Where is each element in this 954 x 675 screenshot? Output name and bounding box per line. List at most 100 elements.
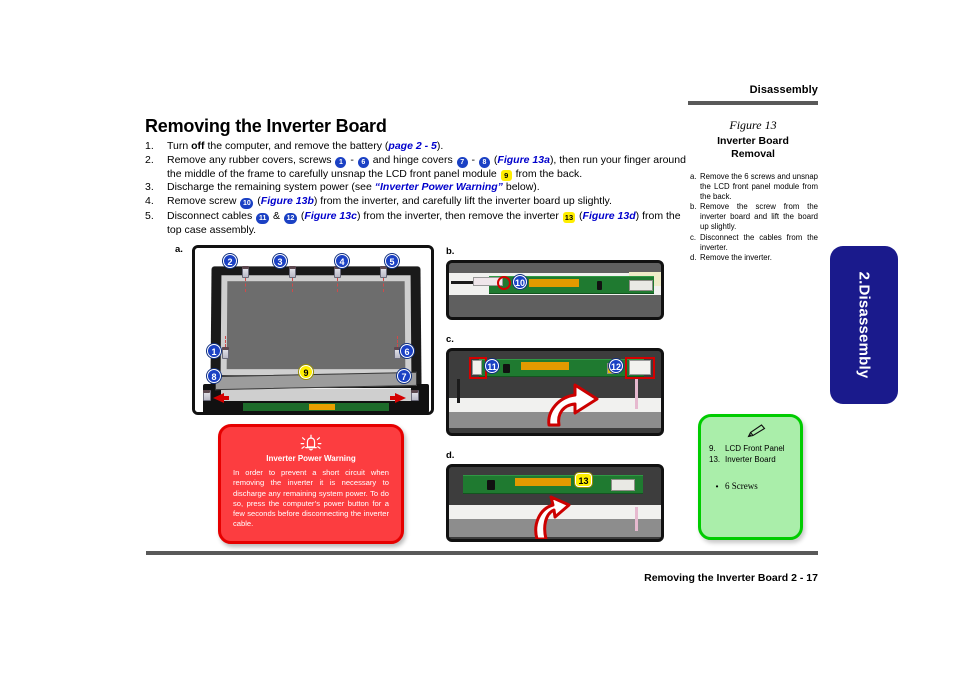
step-number: 5. [145,209,154,222]
callout-3: 3 [273,254,287,268]
figure-note: c. Disconnect the cables from the inverte… [690,233,818,253]
footer-text: Removing the Inverter Board 2 - 17 [644,572,818,584]
screw-icon [222,347,229,359]
note-bullet-text: 6 Screws [725,481,758,491]
step-text: Turn off the computer, and remove the ba… [167,140,690,153]
figure-name-line2: Removal [731,148,775,160]
procedure-step: 4. Remove screw 10 (Figure 13b) from the … [145,195,690,210]
step-text: Disconnect cables 11 & 12 (Figure 13c) f… [167,210,690,237]
callout-10: 10 [513,275,527,289]
body-text: ) from the inverter, then remove the inv… [356,209,562,222]
figure-panel-c: 11 12 [446,348,664,436]
cross-reference: “Inverter Power Warning” [374,181,503,194]
remove-arrow-icon [527,495,573,539]
figure-caption: Figure 13 Inverter Board Removal [688,118,818,161]
chapter-side-tab: 2.Disassembly [830,246,898,404]
callout-7: 7 [397,369,411,383]
callout-chip-yellow: 13 [562,211,576,223]
arrow-left-icon [213,393,229,403]
figure-note-letter: b. [690,202,697,212]
note-item-label: Inverter Board [725,455,776,464]
connector-graphic [472,360,482,375]
body-text: ) from the inverter, and carefully lift … [313,195,612,208]
note-item-list: 9. LCD Front Panel 13. Inverter Board [709,443,792,465]
lift-arrow-icon [541,377,605,433]
footer-rule [146,551,818,555]
note-item-number: 13. [709,455,721,464]
callout-chip-yellow: 9 [500,169,512,181]
callout-chip: 10 [240,198,254,210]
figure-panel-b: 10 [446,260,664,320]
step-text: Discharge the remaining system power (se… [167,181,690,194]
lcd-screen-graphic [226,281,406,370]
step-text: Remove screw 10 (Figure 13b) from the in… [167,195,690,210]
callout-13: 13 [575,473,592,487]
callout-chip: 7 [456,156,468,168]
figure-label-a: a. [175,244,183,255]
callout-11: 11 [485,359,499,373]
chapter-side-tab-label: 2.Disassembly [855,271,873,379]
screw-icon [380,266,387,278]
header-rule [688,101,818,105]
callout-6: 6 [400,344,414,358]
note-item: 13. Inverter Board [709,454,792,465]
procedure-step-list: 1. Turn off the computer, and remove the … [145,140,690,237]
inverter-pcb-graphic [243,403,389,411]
figure-note-list: a. Remove the 6 screws and unsnap the LCD… [690,172,818,264]
figure-panel-d: 13 [446,464,664,542]
transformer-graphic [521,362,569,370]
warning-title: Inverter Power Warning [266,454,356,463]
callout-5: 5 [385,254,399,268]
figure-note-text: Remove the 6 screws and unsnap the LCD f… [700,172,818,201]
screw-guide-line [397,336,398,347]
figure-note: a. Remove the 6 screws and unsnap the LCD… [690,172,818,201]
body-text: & [270,209,283,222]
warning-text: In order to prevent a short circuit when… [233,468,389,529]
step-number: 2. [145,153,154,166]
transformer-graphic [529,279,579,287]
lcd-lid-graphic [210,266,422,387]
callout-chip: 11 [256,212,270,224]
figure-note: d. Remove the inverter. [690,253,818,263]
hinge-cover-icon [411,390,419,401]
screw-guide-line [245,278,246,292]
cable-graphic [457,379,460,403]
body-text: from the back. [512,167,583,180]
component-graphic [487,480,495,490]
body-text: below). [502,181,540,194]
base-strip-graphic [221,388,411,401]
procedure-step: 3. Discharge the remaining system power (… [145,181,690,194]
pencil-icon [709,423,792,443]
connector-graphic [629,360,651,375]
note-item-label: LCD Front Panel [725,444,785,453]
body-text: Turn [167,140,192,152]
screw-guide-line [292,278,293,292]
component-graphic [597,281,602,290]
cross-reference: Figure 13d [582,209,636,222]
callout-chip: 1 [335,156,347,168]
body-text: Disconnect cables [167,209,256,222]
note-bullet-row: • 6 Screws [709,481,792,492]
inverter-board-graphic [463,475,643,494]
callout-4: 4 [335,254,349,268]
callout-9: 9 [299,365,313,379]
figure-label-b: b. [446,246,455,257]
cross-reference: page 2 - 5 [388,140,437,152]
cable-graphic [635,379,638,409]
body-text: - [468,153,478,166]
inverter-power-warning-box: Inverter Power Warning In order to preve… [218,424,404,544]
procedure-step: 5. Disconnect cables 11 & 12 (Figure 13c)… [145,210,690,237]
manual-page: Disassembly Removing the Inverter Board … [0,0,954,675]
procedure-step: 2. Remove any rubber covers, screws 1 - 6… [145,154,690,181]
body-text: Remove screw [167,195,240,208]
callout-2: 2 [223,254,237,268]
figure-label-c: c. [446,334,454,345]
figure-number: Figure 13 [729,118,777,132]
step-number: 4. [145,195,154,208]
figure-note-letter: c. [690,232,697,242]
bullet-marker: • [715,482,719,491]
cross-reference: Figure 13b [260,195,314,208]
figure-note-letter: d. [690,253,697,263]
figure-note-text: Remove the screw from the inverter board… [700,202,818,231]
body-text: Discharge the remaining system power (se… [167,181,375,194]
